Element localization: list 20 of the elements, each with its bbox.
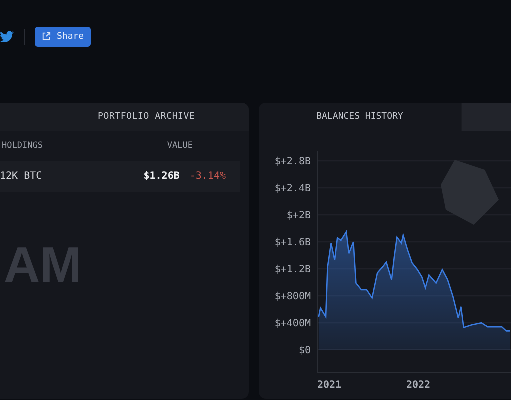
holding-amount: 12K BTC (0, 171, 44, 182)
twitter-bird-icon[interactable] (0, 30, 14, 42)
y-axis-label: $+2.8B (274, 156, 311, 168)
y-axis-label: $+2.4B (274, 184, 311, 195)
y-axis-label: $+2B (286, 210, 311, 222)
y-axis-label: $+1.2B (274, 264, 311, 276)
y-axis-label: $+800M (274, 292, 311, 303)
external-link-icon (42, 32, 51, 41)
column-header: VALUE (167, 141, 193, 153)
y-axis-label: $+1.6B (274, 238, 311, 249)
share-button[interactable]: Share (35, 26, 92, 46)
x-axis-label: 2022 (406, 380, 431, 391)
y-axis-label: $+400M (274, 318, 311, 330)
panel-title: PORTFOLIO ARCHIVE (0, 103, 249, 131)
column-header: HOLDINGS (2, 141, 43, 153)
value-change: -3.14% (190, 171, 226, 182)
holding-row[interactable]: 12K BTC $1.26B -3.14% (0, 161, 240, 192)
x-axis-label: 2021 (318, 380, 342, 391)
y-axis-label: $0 (298, 346, 311, 357)
holding-value: $1.26B (144, 171, 180, 182)
